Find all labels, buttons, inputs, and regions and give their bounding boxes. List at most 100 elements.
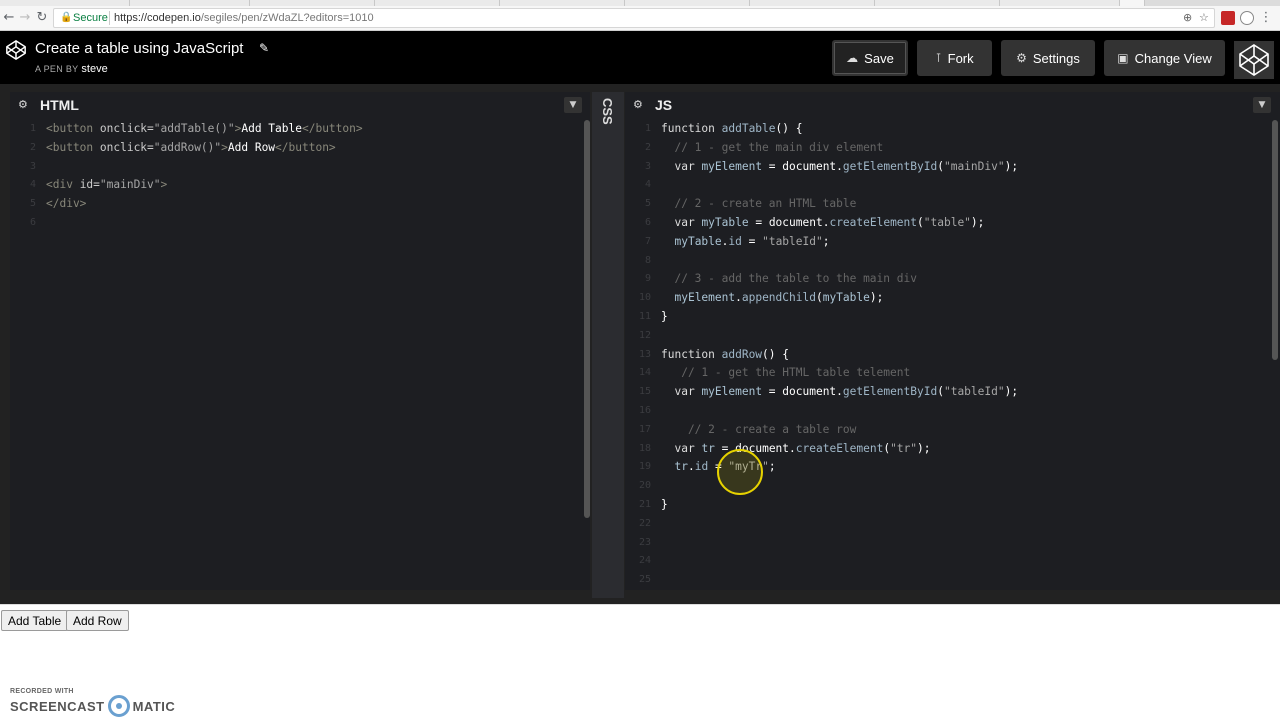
address-bar[interactable]: 🔒 Secure https://codepen.io/segiles/pen/… — [53, 8, 1215, 28]
line-number: 25 — [638, 574, 651, 586]
code-line: // 2 - create an HTML table — [661, 197, 857, 211]
line-number: 19 — [638, 461, 651, 473]
code-line: // 2 - create a table row — [661, 422, 857, 436]
code-line: <div id="mainDiv"> — [46, 178, 168, 192]
divider — [109, 11, 110, 25]
line-number: 12 — [638, 329, 651, 341]
reload-icon[interactable]: ↻ — [34, 10, 50, 26]
pen-title[interactable]: Create a table using JavaScript — [35, 40, 243, 57]
code-line: } — [661, 497, 668, 511]
line-number: 1 — [644, 123, 651, 134]
settings-button[interactable]: ⚙ Settings — [1001, 40, 1095, 76]
line-gutter: 1 2 3 4 5 6 7 8 9 10 11 12 13 14 15 16 1… — [625, 120, 657, 590]
css-panel-collapsed[interactable]: CSS — [592, 92, 624, 598]
chevron-down-icon[interactable]: ▼ — [1253, 97, 1271, 113]
save-button[interactable]: ☁ Save — [832, 40, 908, 76]
code-line: function addRow() { — [661, 347, 789, 361]
url-text[interactable]: https://codepen.io/segiles/pen/zWdaZL?ed… — [114, 12, 374, 24]
line-number: 7 — [644, 235, 651, 247]
line-number: 13 — [638, 348, 651, 360]
line-number: 16 — [638, 404, 651, 416]
fork-icon: ⊺ — [935, 51, 942, 65]
scrollbar[interactable] — [1272, 120, 1278, 360]
line-number: 23 — [638, 536, 651, 548]
fork-button[interactable]: ⊺ Fork — [917, 40, 992, 76]
codepen-header: Create a table using JavaScript ✎ A PEN … — [0, 31, 1280, 84]
code-line: // 1 - get the HTML table telement — [661, 366, 911, 380]
line-number: 14 — [638, 367, 651, 379]
js-panel-header: ⚙ JS ▼ — [625, 92, 1280, 120]
back-icon[interactable]: ← — [1, 10, 17, 26]
code-line: tr.id = "myTr"; — [674, 460, 776, 474]
author-link[interactable]: steve — [81, 63, 107, 75]
extension-icon[interactable] — [1240, 11, 1254, 25]
line-number: 8 — [644, 254, 651, 266]
chevron-down-icon[interactable]: ▼ — [564, 97, 582, 113]
gear-icon[interactable]: ⚙ — [633, 98, 647, 112]
settings-label: Settings — [1032, 50, 1080, 66]
fork-label: Fork — [947, 50, 974, 66]
line-number: 9 — [644, 273, 651, 285]
add-table-button[interactable]: Add Table — [1, 610, 69, 631]
result-preview: Add Table Add Row — [0, 604, 1280, 720]
line-number: 1 — [29, 123, 36, 134]
add-row-button[interactable]: Add Row — [66, 610, 129, 631]
code-line: // 3 - add the table to the main div — [661, 272, 917, 286]
layout-icon: ▣ — [1117, 51, 1129, 65]
line-gutter: 1 2 3 4 5 6 — [10, 120, 42, 233]
line-number: 24 — [638, 555, 651, 567]
line-number: 3 — [644, 160, 651, 172]
line-number: 6 — [29, 216, 36, 228]
menu-icon[interactable]: ⋮ — [1258, 10, 1274, 26]
change-view-button[interactable]: ▣ Change View — [1104, 40, 1225, 76]
gear-icon: ⚙ — [1016, 51, 1027, 65]
zoom-icon[interactable]: ⊕ — [1183, 11, 1192, 24]
js-panel-title: JS — [655, 97, 673, 113]
cloud-icon: ☁ — [846, 51, 859, 65]
code-line: myElement.appendChild(myTable); — [674, 291, 884, 305]
line-number: 18 — [638, 442, 651, 454]
user-avatar-icon — [1239, 44, 1269, 76]
code-lines: <button onclick="addTable()">Add Table</… — [46, 120, 363, 233]
forward-icon[interactable]: → — [17, 10, 33, 26]
bookmark-star-icon[interactable]: ☆ — [1199, 11, 1209, 24]
codepen-logo-icon[interactable] — [5, 39, 27, 61]
line-number: 2 — [644, 141, 651, 153]
browser-toolbar: ← → ↻ 🔒 Secure https://codepen.io/segile… — [0, 6, 1280, 31]
watermark-logo: SCREENCAST MATIC — [10, 695, 175, 717]
line-number: 5 — [644, 198, 651, 210]
js-editor[interactable]: 1 2 3 4 5 6 7 8 9 10 11 12 13 14 15 16 1… — [625, 120, 1280, 590]
cursor-highlight — [717, 449, 763, 495]
line-number: 15 — [638, 386, 651, 398]
code-line: <button onclick="addTable()">Add Table</… — [46, 122, 363, 135]
avatar[interactable] — [1234, 41, 1274, 79]
screencast-watermark: RECORDED WITH SCREENCAST MATIC — [10, 688, 175, 717]
lock-icon: 🔒 — [60, 12, 73, 23]
html-editor[interactable]: 1 2 3 4 5 6 <button onclick="addTable()"… — [10, 120, 590, 590]
code-line: myTable.id = "tableId"; — [674, 234, 830, 248]
code-line: } — [661, 309, 668, 323]
scrollbar[interactable] — [584, 120, 590, 518]
line-number: 11 — [638, 310, 651, 322]
edit-pencil-icon[interactable]: ✎ — [259, 41, 269, 55]
line-number: 2 — [29, 141, 36, 153]
line-number: 4 — [29, 179, 36, 191]
line-number: 17 — [638, 423, 651, 435]
extension-icon[interactable] — [1221, 11, 1235, 25]
line-number: 10 — [638, 292, 651, 304]
line-number: 3 — [29, 160, 36, 172]
watermark-small-text: RECORDED WITH — [10, 688, 74, 695]
gear-icon[interactable]: ⚙ — [18, 98, 32, 112]
line-number: 21 — [638, 498, 651, 510]
code-line: function addTable() { — [661, 122, 803, 135]
